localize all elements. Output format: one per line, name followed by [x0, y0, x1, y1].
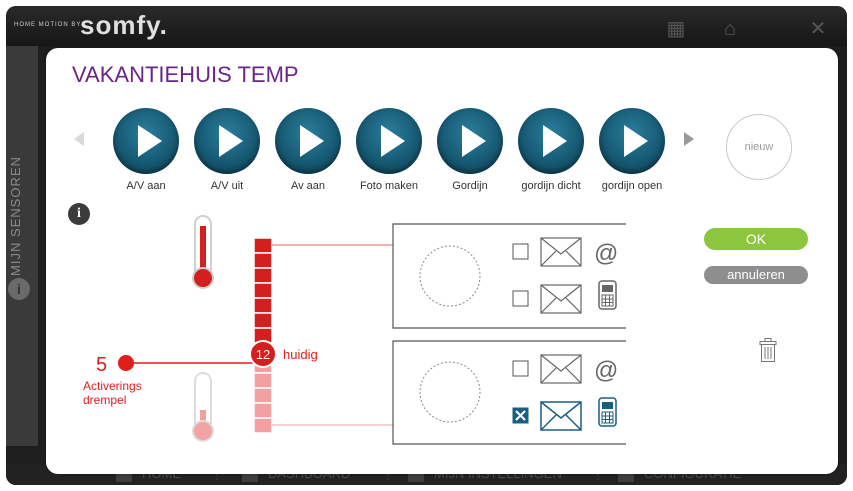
- scene-label: Av aan: [290, 180, 326, 192]
- rule-box: @: [392, 223, 626, 329]
- mobile-phone-icon: [598, 280, 617, 310]
- scene-item[interactable]: Foto maken: [349, 108, 429, 192]
- envelope-icon: [540, 401, 582, 431]
- email-at-icon: @: [594, 357, 618, 384]
- tools-icon[interactable]: ▦: [664, 18, 688, 40]
- play-button-icon[interactable]: [518, 108, 584, 174]
- current-label: huidig: [283, 347, 318, 362]
- scroll-right-arrow-icon[interactable]: [684, 132, 694, 146]
- close-icon[interactable]: ✕: [806, 18, 830, 40]
- top-bar: HOME MOTION BY somfy. ▦ ⌂ ✕: [6, 6, 847, 46]
- cancel-button[interactable]: annuleren: [704, 266, 808, 284]
- scene-label: A/V aan: [126, 180, 166, 192]
- scene-slot[interactable]: [419, 245, 481, 307]
- scene-label: Gordijn: [452, 180, 488, 192]
- play-button-icon[interactable]: [113, 108, 179, 174]
- trash-icon[interactable]: [759, 338, 777, 362]
- threshold-label-line1: Activerings: [83, 379, 142, 393]
- scene-item[interactable]: gordijn open: [592, 108, 672, 192]
- rule-box: @: [392, 340, 626, 445]
- sensor-dialog: VAKANTIEHUIS TEMP A/V aan A/V uit Av aan…: [46, 48, 838, 474]
- somfy-logo: somfy.: [80, 10, 168, 40]
- email-checkbox[interactable]: [512, 243, 529, 260]
- threshold-handle[interactable]: [118, 355, 134, 371]
- play-button-icon[interactable]: [275, 108, 341, 174]
- email-checkbox[interactable]: [512, 360, 529, 377]
- current-value: 12: [256, 347, 270, 362]
- scene-label: A/V uit: [210, 180, 244, 192]
- info-icon[interactable]: i: [68, 203, 90, 225]
- scene-item[interactable]: Av aan: [268, 108, 348, 192]
- play-button-icon[interactable]: [437, 108, 503, 174]
- scene-item[interactable]: Gordijn: [430, 108, 510, 192]
- scene-list: A/V aan A/V uit Av aan Foto maken Gordij…: [106, 108, 676, 192]
- scroll-left-arrow-icon[interactable]: [74, 132, 84, 146]
- ok-button[interactable]: OK: [704, 228, 808, 250]
- play-button-icon[interactable]: [194, 108, 260, 174]
- scene-item[interactable]: A/V uit: [187, 108, 267, 192]
- home-icon[interactable]: ⌂: [718, 18, 742, 40]
- envelope-icon: [540, 237, 582, 267]
- temperature-scale[interactable]: [253, 237, 273, 434]
- mobile-phone-icon: [598, 397, 617, 427]
- app-frame: HOME MOTION BY somfy. ▦ ⌂ ✕ MIJN SENSORE…: [6, 6, 847, 485]
- new-scene-button[interactable]: nieuw: [726, 114, 792, 180]
- hot-thermometer-icon: [192, 215, 214, 289]
- sms-checkbox[interactable]: [512, 290, 529, 307]
- play-button-icon[interactable]: [599, 108, 665, 174]
- scene-slot[interactable]: [419, 361, 481, 423]
- dialog-title: VAKANTIEHUIS TEMP: [72, 62, 299, 87]
- scene-label: gordijn open: [601, 180, 663, 192]
- scene-label: gordijn dicht: [521, 180, 581, 192]
- cold-thermometer-icon: [192, 372, 214, 442]
- envelope-icon: [540, 284, 582, 314]
- scene-item[interactable]: A/V aan: [106, 108, 186, 192]
- sidebar: MIJN SENSOREN i: [6, 46, 38, 446]
- sidebar-info-icon[interactable]: i: [8, 278, 30, 300]
- email-at-icon: @: [594, 240, 618, 267]
- sms-checkbox-checked[interactable]: [512, 407, 529, 424]
- scene-label: Foto maken: [359, 180, 419, 192]
- envelope-icon: [540, 354, 582, 384]
- play-button-icon[interactable]: [356, 108, 422, 174]
- threshold-label-line2: drempel: [83, 393, 126, 407]
- brand-tagline: HOME MOTION BY: [14, 22, 82, 28]
- scene-item[interactable]: gordijn dicht: [511, 108, 591, 192]
- sidebar-label[interactable]: MIJN SENSOREN: [8, 156, 23, 276]
- threshold-value: 5: [96, 354, 107, 376]
